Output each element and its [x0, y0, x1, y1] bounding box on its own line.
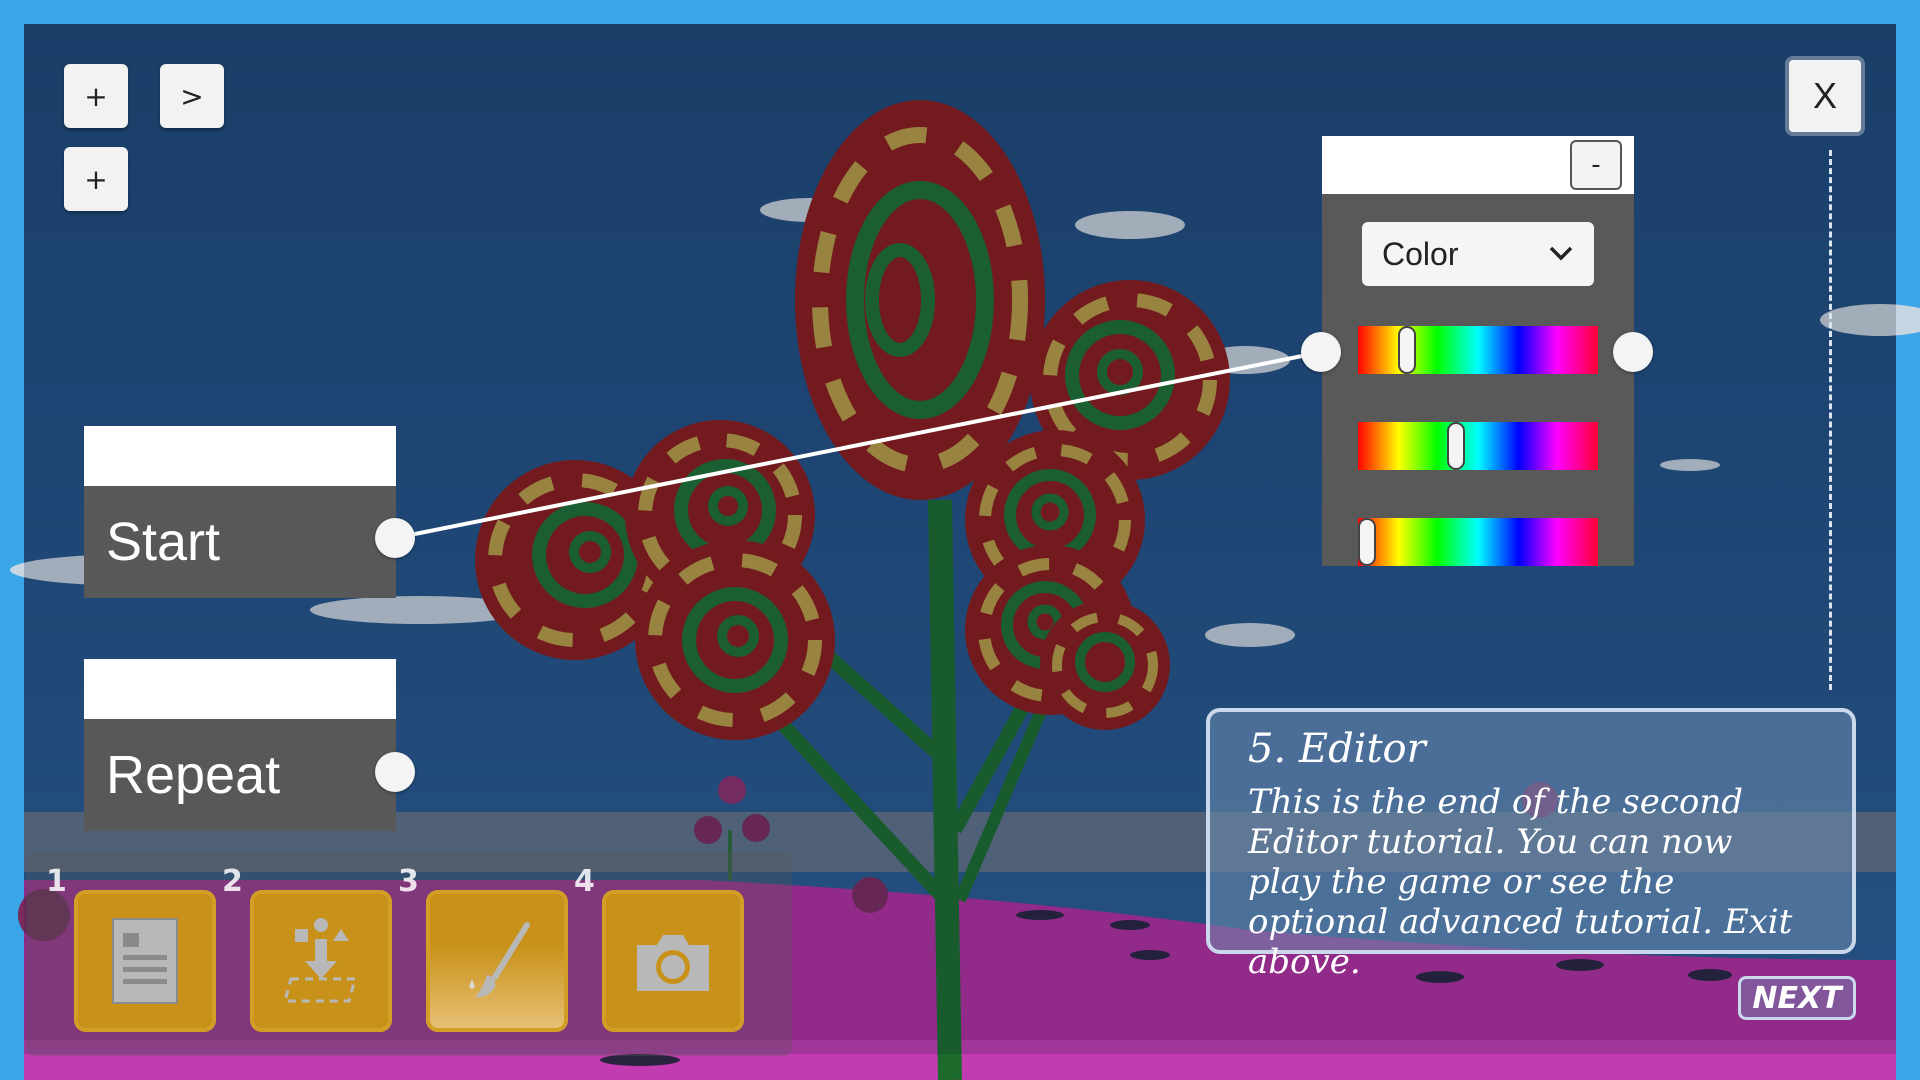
tool-number: 4	[574, 864, 595, 899]
document-icon	[112, 918, 178, 1004]
hue-slider-3[interactable]	[1358, 518, 1598, 566]
camera-icon	[637, 935, 709, 991]
hue-slider-2[interactable]	[1358, 422, 1598, 470]
chevron-down-icon	[1549, 246, 1573, 261]
tool-button-paint[interactable]: 3	[398, 864, 568, 1032]
place-object-icon	[283, 918, 357, 1003]
start-output-port[interactable]	[375, 518, 415, 558]
tool-number: 2	[222, 864, 243, 899]
add-node-button[interactable]: +	[64, 64, 128, 128]
tutorial-panel: 5. Editor This is the end of the second …	[1206, 708, 1856, 982]
color-input-port[interactable]	[1301, 332, 1341, 372]
tool-number: 3	[398, 864, 419, 899]
paintbrush-icon	[469, 922, 530, 998]
collapse-button[interactable]: -	[1570, 140, 1622, 190]
tutorial-title: 5. Editor	[1248, 726, 1426, 772]
bottom-toolbar: 1 2 3 4	[26, 852, 792, 1056]
color-node[interactable]: - Color	[1322, 136, 1634, 566]
mode-select-value: Color	[1382, 235, 1459, 272]
add-node-button-2[interactable]: +	[64, 147, 128, 211]
next-button[interactable]: NEXT	[1738, 976, 1856, 1020]
slider-thumb-2[interactable]	[1447, 422, 1465, 470]
tool-button-camera[interactable]: 4	[574, 864, 744, 1032]
repeat-node[interactable]: Repeat	[84, 659, 396, 831]
tool-button-place[interactable]: 2	[222, 864, 392, 1032]
tool-number: 1	[46, 864, 67, 899]
repeat-node-label: Repeat	[106, 745, 281, 805]
repeat-node-header[interactable]	[84, 659, 396, 719]
start-node-header[interactable]	[84, 426, 396, 486]
exit-button[interactable]: X	[1785, 56, 1865, 136]
mode-select[interactable]: Color	[1362, 222, 1594, 286]
start-node-label: Start	[106, 512, 221, 572]
color-output-port[interactable]	[1613, 332, 1653, 372]
tutorial-body: This is the end of the second Editor tut…	[1248, 782, 1793, 982]
repeat-output-port[interactable]	[375, 752, 415, 792]
slider-thumb-3[interactable]	[1358, 518, 1376, 566]
start-node[interactable]: Start	[84, 426, 396, 598]
slider-thumb-1[interactable]	[1398, 326, 1416, 374]
dashed-guide-line	[1829, 150, 1832, 690]
play-button[interactable]: >	[160, 64, 224, 128]
tool-button-document[interactable]: 1	[46, 864, 216, 1032]
hue-slider-1[interactable]	[1358, 326, 1598, 374]
